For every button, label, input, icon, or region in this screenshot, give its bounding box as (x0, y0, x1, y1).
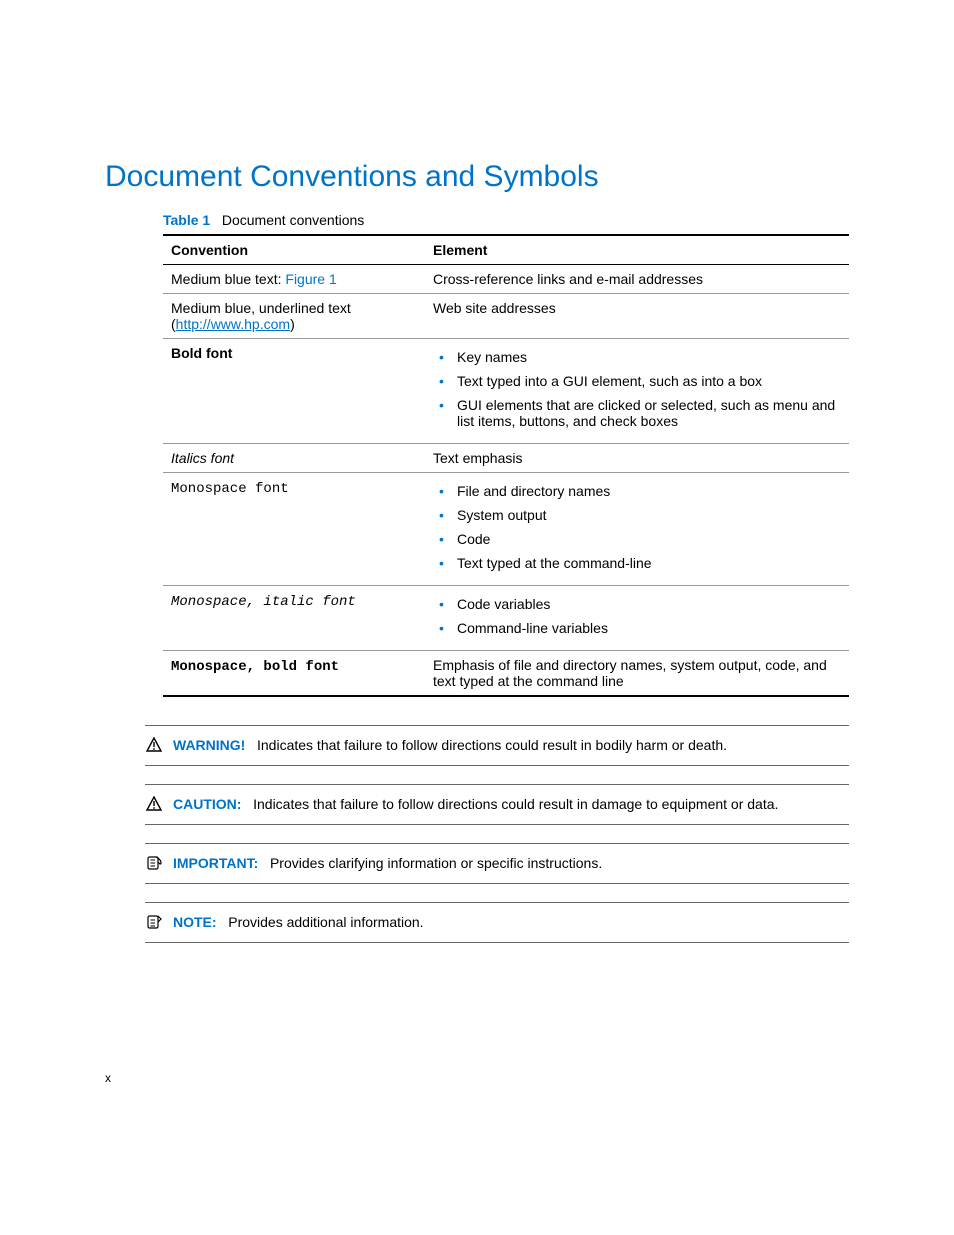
warning-icon (145, 736, 163, 754)
caution-icon (145, 795, 163, 813)
table-caption-text: Document conventions (222, 212, 364, 228)
conv-text: Medium blue text: (171, 271, 285, 287)
warning-text: Indicates that failure to follow directi… (257, 737, 727, 753)
caution-label: CAUTION: (173, 796, 241, 812)
paren: ) (290, 316, 295, 332)
important-icon (145, 854, 163, 872)
table-row: Bold font Key names Text typed into a GU… (163, 339, 849, 444)
caution-admonition: CAUTION: Indicates that failure to follo… (145, 784, 849, 825)
warning-label: WARNING! (173, 737, 245, 753)
important-admonition: IMPORTANT: Provides clarifying informati… (145, 843, 849, 884)
elem-text: Text emphasis (425, 444, 849, 473)
note-text: Provides additional information. (228, 914, 423, 930)
crossref-link[interactable]: Figure 1 (285, 271, 336, 287)
list-item: Code variables (457, 594, 839, 618)
th-element: Element (425, 235, 849, 265)
table-caption: Table 1 Document conventions (163, 212, 849, 228)
th-convention: Convention (163, 235, 425, 265)
list-item: System output (457, 505, 839, 529)
important-label: IMPORTANT: (173, 855, 258, 871)
list-item: Code (457, 529, 839, 553)
elem-text: Emphasis of file and directory names, sy… (425, 651, 849, 697)
caution-text: Indicates that failure to follow directi… (253, 796, 778, 812)
elem-text: Web site addresses (425, 294, 849, 339)
note-label: NOTE: (173, 914, 217, 930)
elem-text: Cross-reference links and e-mail address… (425, 265, 849, 294)
table-row: Monospace font File and directory names … (163, 473, 849, 586)
table-row: Monospace, italic font Code variables Co… (163, 586, 849, 651)
list-item: Command-line variables (457, 618, 839, 642)
conv-text: Monospace font (171, 481, 289, 497)
conv-text: Monospace, italic font (171, 594, 356, 610)
note-admonition: NOTE: Provides additional information. (145, 902, 849, 943)
list-item: Key names (457, 347, 839, 371)
list-item: Text typed into a GUI element, such as i… (457, 371, 839, 395)
note-icon (145, 913, 163, 931)
table-row: Italics font Text emphasis (163, 444, 849, 473)
conv-text: Medium blue, underlined text (171, 300, 351, 316)
conventions-table: Convention Element Medium blue text: Fig… (163, 234, 849, 697)
table-row: Medium blue text: Figure 1 Cross-referen… (163, 265, 849, 294)
page-title: Document Conventions and Symbols (105, 160, 849, 194)
list-item: File and directory names (457, 481, 839, 505)
list-item: Text typed at the command-line (457, 553, 839, 577)
conv-text: Monospace, bold font (171, 659, 339, 675)
conv-text: Bold font (171, 345, 232, 361)
table-row: Medium blue, underlined text (http://www… (163, 294, 849, 339)
table-caption-label: Table 1 (163, 212, 210, 228)
list-item: GUI elements that are clicked or selecte… (457, 395, 839, 435)
url-link[interactable]: http://www.hp.com (176, 316, 290, 332)
page-number: x (105, 1071, 111, 1085)
table-row: Monospace, bold font Emphasis of file an… (163, 651, 849, 697)
important-text: Provides clarifying information or speci… (270, 855, 602, 871)
conv-text: Italics font (171, 450, 234, 466)
warning-admonition: WARNING! Indicates that failure to follo… (145, 725, 849, 766)
